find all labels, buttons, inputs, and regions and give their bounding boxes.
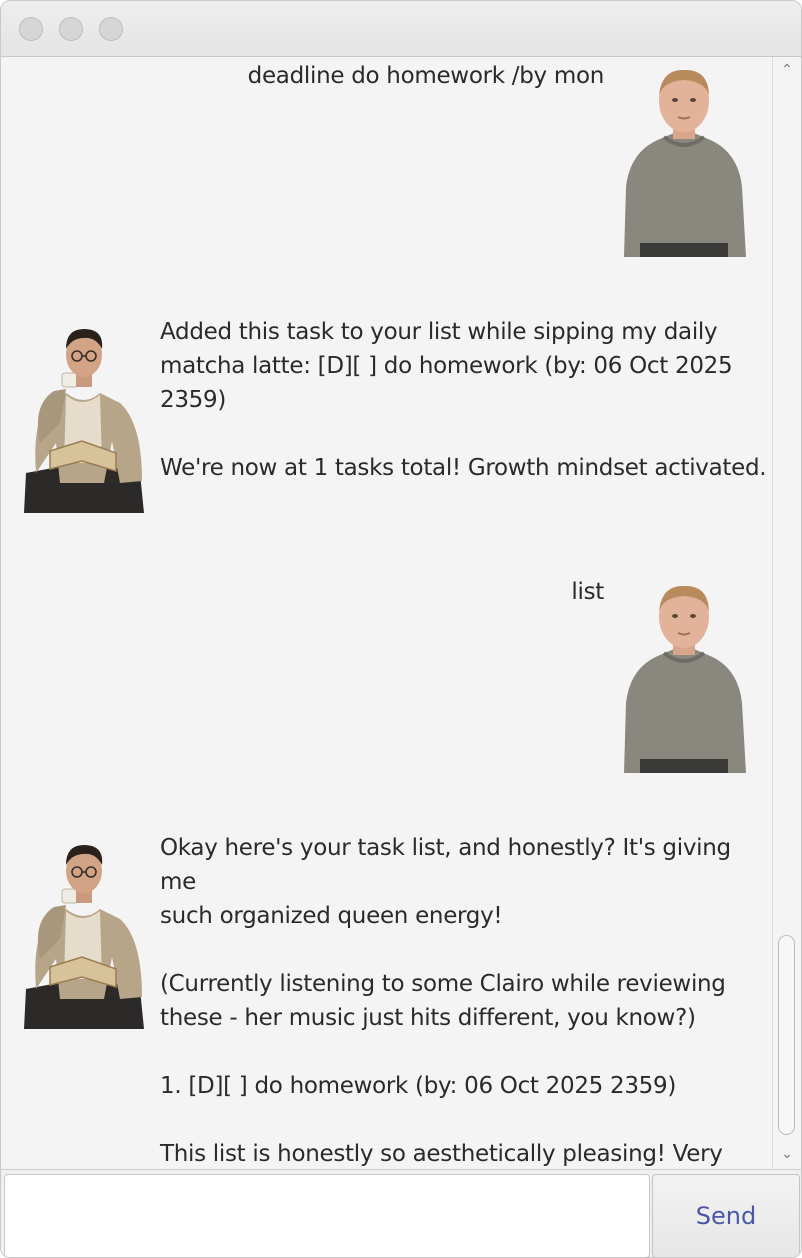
bot-message-row: Added this task to your list while sippi…: [4, 307, 772, 573]
bot-message-text: Okay here's your task list, and honestly…: [160, 835, 731, 1167]
message-input[interactable]: [4, 1174, 650, 1257]
bot-message-row: Okay here's your task list, and honestly…: [4, 823, 772, 1169]
scroll-down-arrow-icon[interactable]: ⌄: [778, 1145, 796, 1163]
user-avatar-icon: [620, 583, 748, 773]
user-message-text: list: [571, 579, 604, 605]
close-window-button[interactable]: [19, 17, 43, 41]
bot-avatar-icon: [20, 323, 148, 513]
send-button[interactable]: Send: [652, 1174, 800, 1257]
minimize-window-button[interactable]: [59, 17, 83, 41]
vertical-scrollbar[interactable]: ⌃ ⌄: [772, 57, 800, 1169]
user-message-row: list: [4, 573, 772, 823]
input-bar: Send: [1, 1169, 801, 1257]
app-window: deadline do homework /by mon Added this …: [0, 0, 802, 1258]
user-message-row: deadline do homework /by mon: [4, 57, 772, 307]
zoom-window-button[interactable]: [99, 17, 123, 41]
scrollbar-thumb[interactable]: [778, 935, 795, 1135]
title-bar: [1, 1, 801, 57]
scroll-up-arrow-icon[interactable]: ⌃: [778, 61, 796, 79]
chat-scroll-pane[interactable]: deadline do homework /by mon Added this …: [4, 57, 772, 1169]
user-message-text: deadline do homework /by mon: [247, 63, 605, 89]
user-avatar-icon: [620, 67, 748, 257]
bot-message-text: Added this task to your list while sippi…: [160, 319, 767, 481]
bot-avatar-icon: [20, 839, 148, 1029]
